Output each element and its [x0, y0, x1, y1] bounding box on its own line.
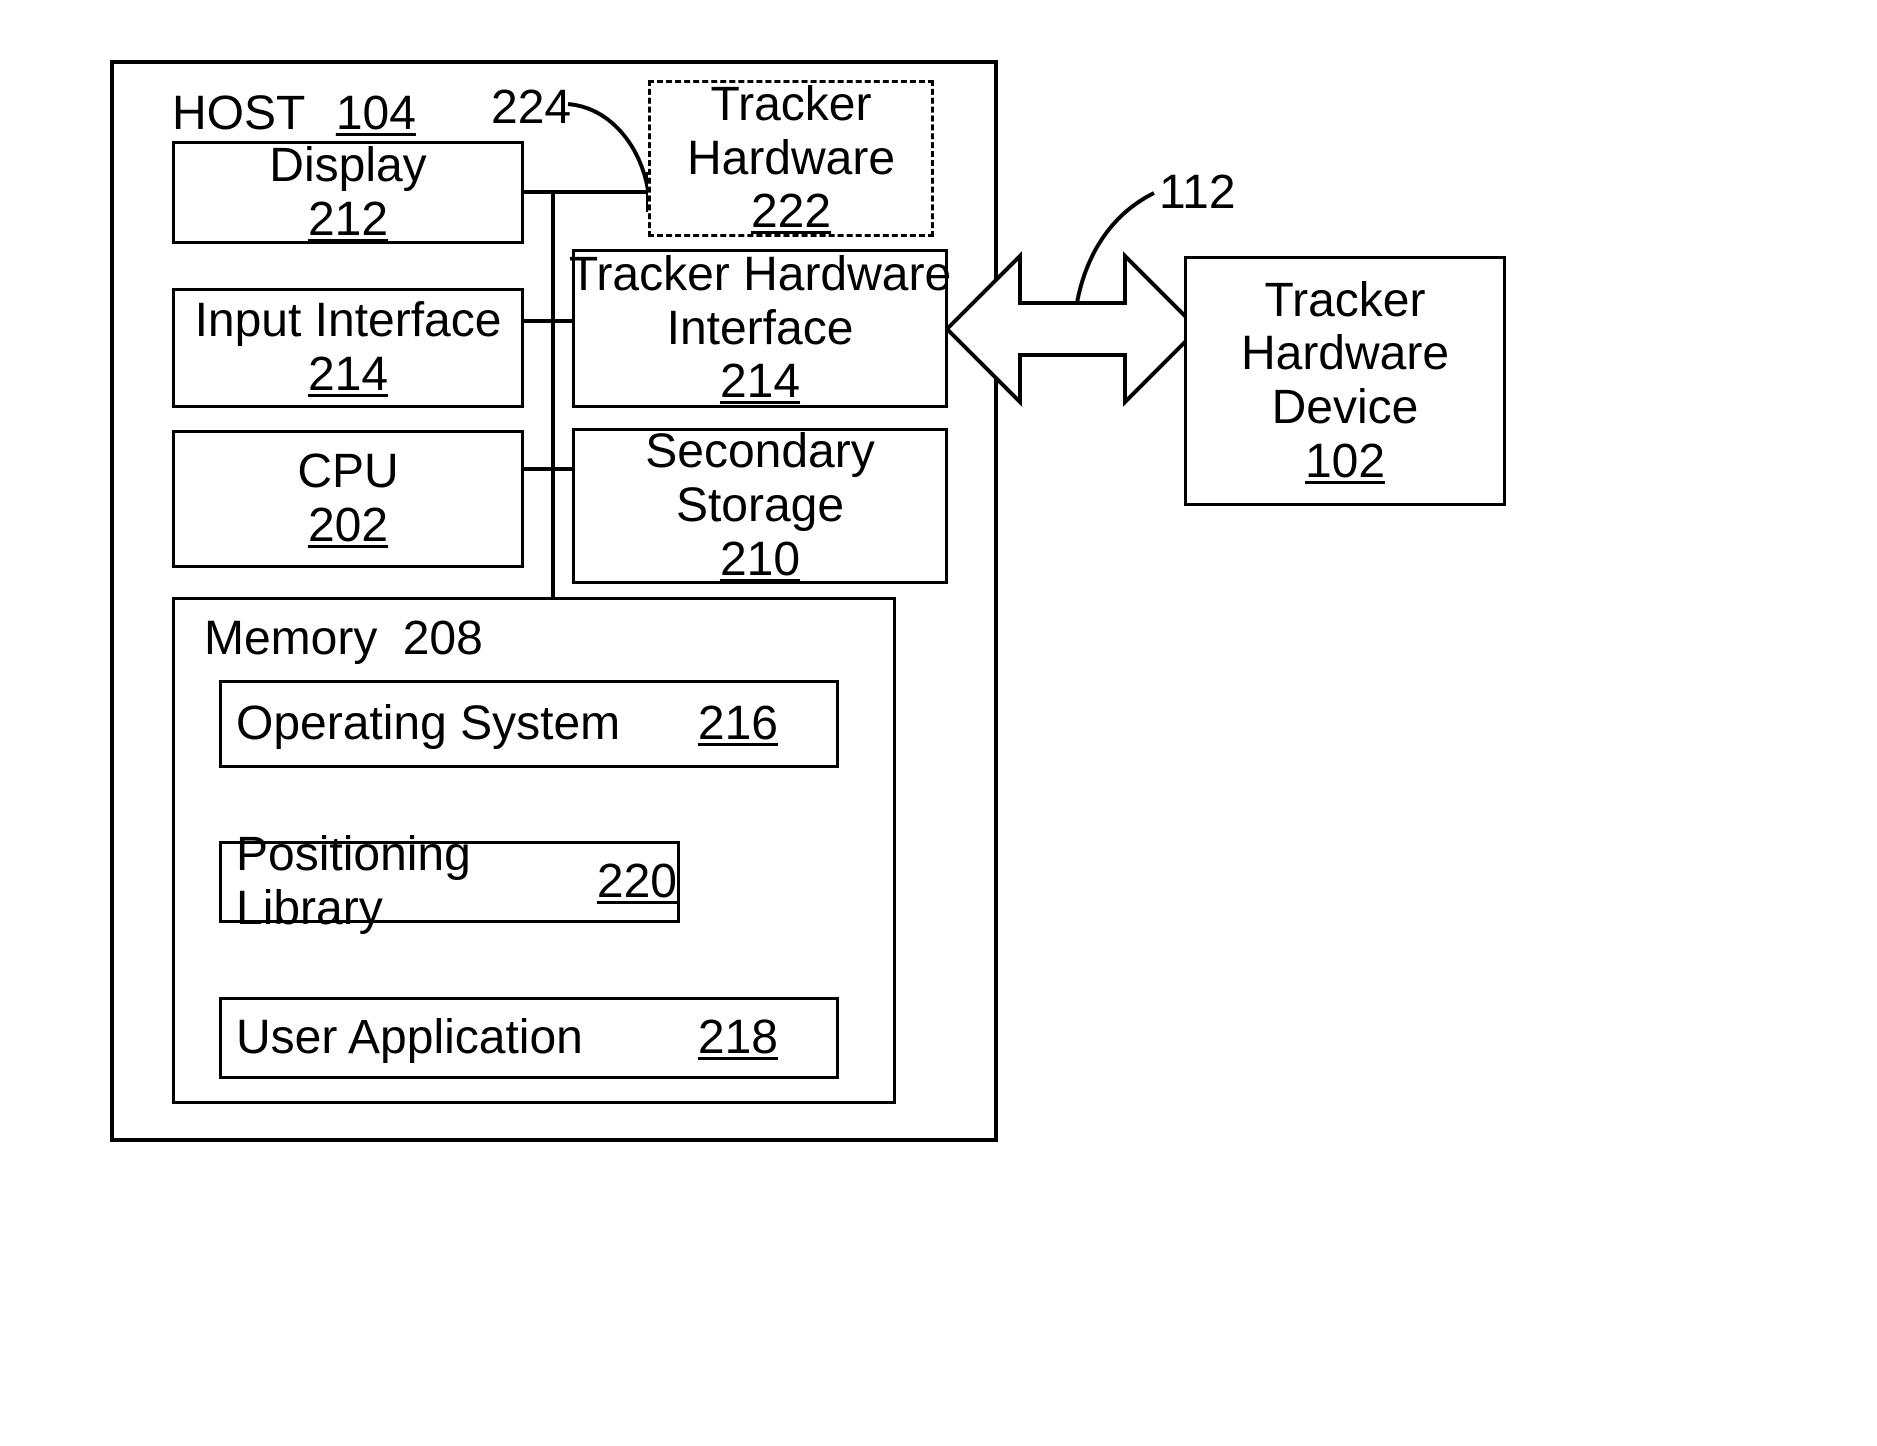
block-tracker-hardware-device-line-2: Device [1271, 381, 1419, 434]
memory-title: Memory 208 [204, 612, 483, 666]
block-secondary-storage-ref: 210 [719, 532, 801, 586]
block-user-application: User Application 218 [219, 997, 839, 1079]
block-cpu: CPU 202 [172, 430, 524, 568]
block-input-interface-line-0: Input Interface [194, 294, 502, 348]
host-title-label: HOST [172, 87, 305, 140]
block-operating-system: Operating System 216 [219, 680, 839, 768]
host-ref-number: 104 [335, 87, 416, 140]
block-cpu-line-0: CPU [297, 445, 399, 499]
block-positioning-library-ref: 220 [596, 855, 677, 909]
block-tracker-hardware-line-1: Hardware [686, 131, 896, 185]
block-secondary-storage-line-0: Secondary [645, 425, 875, 479]
block-tracker-hardware-device-line-0: Tracker [1264, 273, 1426, 327]
block-display-line-0: Display [269, 138, 427, 192]
block-positioning-library: Positioning Library 220 [219, 828, 680, 935]
host-title: HOST 104 [172, 87, 416, 141]
leader-label-112: 112 [1159, 166, 1236, 219]
leader-label-224: 224 [491, 81, 572, 134]
block-tracker-hardware-line-0: Tracker [710, 77, 872, 131]
block-tracker-hardware-interface-ref: 214 [719, 355, 801, 409]
memory-ref-number: 208 [402, 612, 483, 665]
figure-canvas: HOST 104 224 112 Display 212 Input Inter… [0, 0, 1877, 1446]
block-tracker-hardware-device-ref: 102 [1304, 434, 1386, 488]
block-tracker-hardware-interface-line-1: Interface [666, 301, 854, 355]
bidirectional-block-arrow [944, 251, 1201, 407]
block-cpu-ref: 202 [307, 499, 389, 552]
block-input-interface: Input Interface 214 [172, 288, 524, 408]
block-user-application-ref: 218 [697, 1011, 778, 1065]
block-input-interface-ref: 214 [307, 348, 389, 401]
block-tracker-hardware: Tracker Hardware 222 [648, 77, 934, 239]
block-operating-system-ref: 216 [697, 697, 778, 751]
block-tracker-hardware-ref: 222 [750, 185, 832, 239]
block-operating-system-label: Operating System [236, 697, 621, 751]
block-positioning-library-label: Positioning Library [236, 828, 471, 935]
block-tracker-hardware-device-line-1: Hardware [1240, 327, 1450, 381]
block-tracker-hardware-device: Tracker Hardware Device 102 [1184, 256, 1506, 506]
block-secondary-storage: Secondary Storage 210 [572, 425, 948, 586]
leader-line-224 [567, 102, 650, 191]
block-secondary-storage-line-1: Storage [675, 479, 845, 533]
block-tracker-hardware-interface-line-0: Tracker Hardware [568, 247, 952, 301]
block-user-application-label: User Application [236, 1011, 583, 1065]
memory-title-label: Memory [204, 612, 378, 665]
block-tracker-hardware-interface: Tracker Hardware Interface 214 [568, 247, 952, 409]
block-display-ref: 212 [307, 192, 389, 246]
block-display: Display 212 [172, 138, 524, 246]
